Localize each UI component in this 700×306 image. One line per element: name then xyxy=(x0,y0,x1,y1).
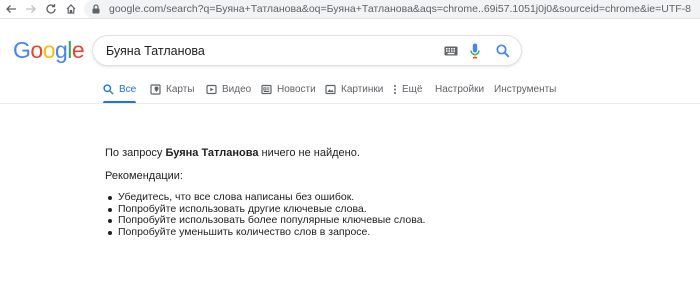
search-icon[interactable] xyxy=(496,44,510,58)
no-results-message: По запросу Буяна Татланова ничего не най… xyxy=(105,146,360,160)
recommendation-item: Убедитесь, что все слова написаны без ош… xyxy=(105,191,425,204)
video-icon xyxy=(206,84,217,95)
no-results-suffix: ничего не найдено. xyxy=(258,147,360,159)
tab-video[interactable]: Видео xyxy=(206,76,251,102)
reload-icon[interactable] xyxy=(44,2,58,16)
news-icon xyxy=(261,84,272,95)
logo-letter: o xyxy=(42,37,56,63)
browser-toolbar: google.com/search?q=Буяна+Татланова&oq=Б… xyxy=(0,0,700,19)
search-tabs: Все Карты Видео Новости Картинки Ещё Нас… xyxy=(0,76,700,104)
tab-label: Картинки xyxy=(341,83,384,95)
tab-label: Все xyxy=(119,83,137,95)
more-dots-icon xyxy=(392,84,398,95)
search-icon xyxy=(103,83,114,95)
tab-maps[interactable]: Карты xyxy=(150,76,195,102)
map-icon xyxy=(150,83,161,95)
tab-label: Ещё xyxy=(402,83,423,95)
logo-letter: g xyxy=(54,37,68,63)
logo-letter: o xyxy=(30,37,43,63)
recommendations-list: Убедитесь, что все слова написаны без ош… xyxy=(105,191,425,239)
tab-label: Видео xyxy=(222,83,252,95)
tab-more[interactable]: Ещё xyxy=(392,76,422,102)
tab-label: Новости xyxy=(277,83,316,95)
logo-letter: e xyxy=(71,37,85,63)
tab-label: Настройки xyxy=(435,83,485,95)
back-arrow-icon[interactable] xyxy=(4,2,18,16)
no-results-query: Буяна Татланова xyxy=(165,147,259,159)
search-input[interactable] xyxy=(106,41,426,61)
tab-news[interactable]: Новости xyxy=(261,76,316,102)
home-icon[interactable] xyxy=(64,2,78,16)
tab-images[interactable]: Картинки xyxy=(325,76,383,102)
tabs-divider xyxy=(0,103,700,104)
address-bar-url: google.com/search?q=Буяна+Татланова&oq=Б… xyxy=(109,3,692,15)
no-results-prefix: По запросу xyxy=(105,147,166,159)
image-icon xyxy=(325,84,336,95)
forward-arrow-icon[interactable] xyxy=(24,2,38,16)
logo-letter: G xyxy=(13,37,31,63)
lock-icon xyxy=(92,4,100,14)
address-bar[interactable]: google.com/search?q=Буяна+Татланова&oq=Б… xyxy=(84,0,700,18)
tab-label: Карты xyxy=(166,83,195,95)
tab-tools[interactable]: Инструменты xyxy=(494,76,556,102)
tab-all[interactable]: Все xyxy=(103,76,137,104)
recommendation-item: Попробуйте уменьшить количество слов в з… xyxy=(105,226,425,239)
google-logo[interactable]: Google xyxy=(13,36,85,64)
keyboard-icon[interactable] xyxy=(444,46,458,56)
tab-settings[interactable]: Настройки xyxy=(435,76,484,102)
tab-label: Инструменты xyxy=(494,83,557,95)
microphone-icon[interactable] xyxy=(470,43,480,59)
recommendations-heading: Рекомендации: xyxy=(105,170,183,182)
search-box xyxy=(92,35,522,66)
